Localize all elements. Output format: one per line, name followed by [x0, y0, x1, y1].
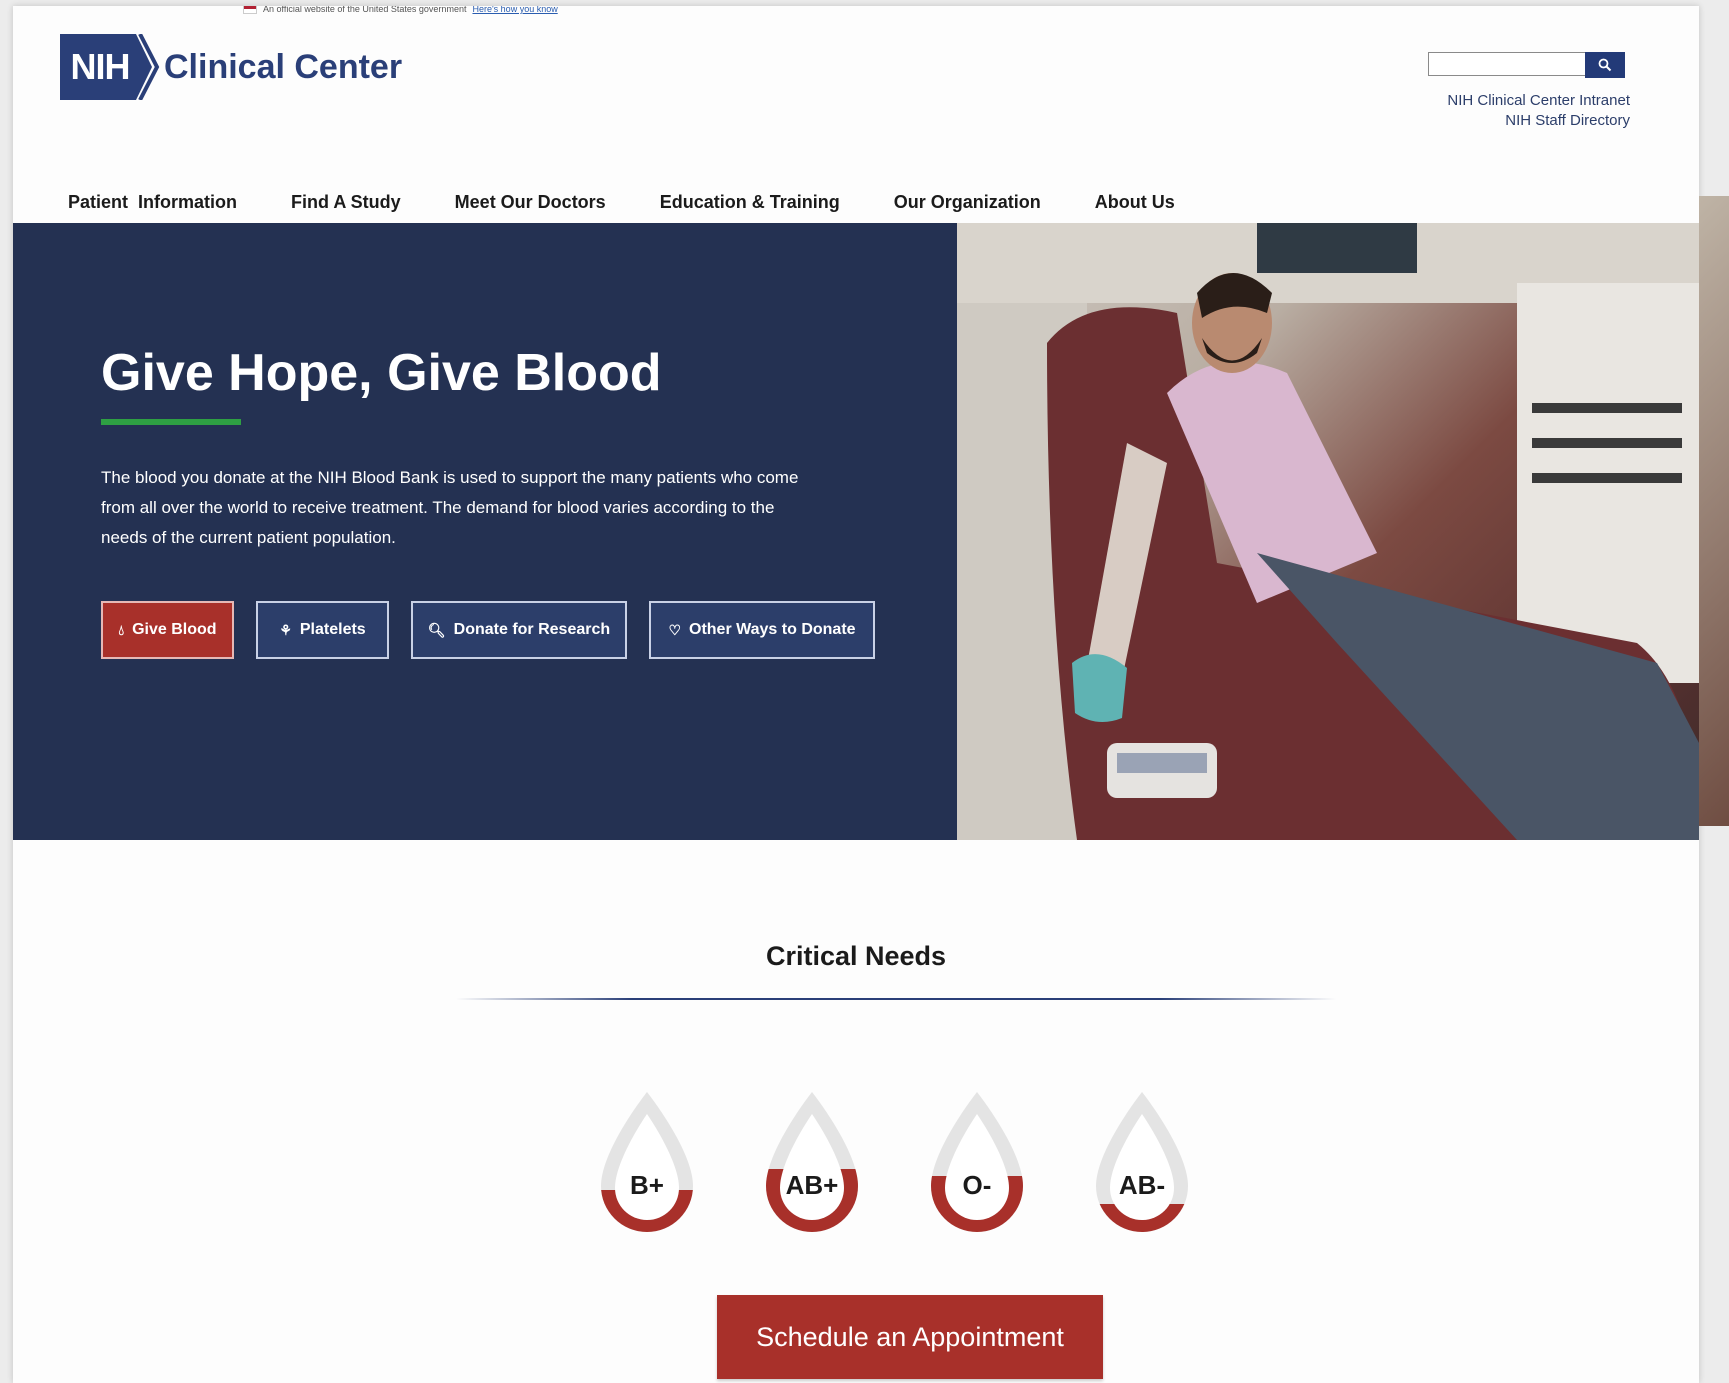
search-input[interactable]: [1428, 52, 1585, 76]
platelets-icon: ⚘: [279, 621, 292, 638]
search-box: [1428, 52, 1625, 78]
hero-section: Give Hope, Give Blood The blood you dona…: [13, 223, 1699, 840]
blood-drop-icon: [766, 1092, 858, 1232]
hero-text: The blood you donate at the NIH Blood Ba…: [101, 468, 799, 547]
blood-drop-ab-positive[interactable]: AB+: [758, 1088, 866, 1236]
give-blood-label: Give Blood: [132, 621, 217, 638]
nav-patient-information[interactable]: Patient Information: [68, 192, 237, 213]
us-flag-icon: [243, 6, 257, 14]
blood-type-drops: B+ AB+ O- AB-: [593, 1088, 1253, 1236]
logo-title: Clinical Center: [164, 47, 403, 86]
staff-directory-link[interactable]: NIH Staff Directory: [1447, 111, 1630, 131]
blood-type-label: B+: [630, 1170, 664, 1200]
critical-needs-divider: [456, 998, 1336, 1000]
hand-heart-icon: ♡: [668, 621, 681, 638]
hero-title: Give Hope, Give Blood: [101, 344, 662, 402]
blood-drop-ab-negative[interactable]: AB-: [1088, 1088, 1196, 1236]
nav-our-organization[interactable]: Our Organization: [894, 192, 1041, 213]
blood-type-label: AB+: [785, 1170, 839, 1200]
hero-photo: [957, 223, 1699, 840]
search-icon: [1598, 58, 1612, 72]
main-nav: Patient Information Find A Study Meet Ou…: [68, 192, 1229, 213]
site-logo[interactable]: NIH Clinical Center: [60, 34, 402, 100]
blood-drop-icon: [1096, 1092, 1188, 1232]
other-ways-label: Other Ways to Donate: [689, 621, 856, 638]
hero-title-underline: [101, 419, 241, 425]
nih-badge: NIH: [60, 34, 160, 100]
blood-drop-icon: [931, 1092, 1023, 1232]
nav-education-training[interactable]: Education & Training: [660, 192, 840, 213]
blood-drop-b-positive[interactable]: B+: [593, 1088, 701, 1236]
blood-drop-o-negative[interactable]: O-: [923, 1088, 1031, 1236]
drop-icon: 💧︎: [118, 621, 125, 638]
critical-needs-title: Critical Needs: [765, 941, 947, 971]
research-icon: 🔍︎: [427, 621, 446, 638]
give-blood-button[interactable]: 💧︎ Give Blood: [101, 601, 234, 659]
nav-about-us[interactable]: About Us: [1095, 192, 1175, 213]
donate-research-label: Donate for Research: [453, 621, 611, 638]
schedule-appointment-button[interactable]: Schedule an Appointment: [717, 1295, 1103, 1379]
blood-drop-icon: [601, 1092, 693, 1232]
other-ways-button[interactable]: ♡ Other Ways to Donate: [649, 601, 875, 659]
platelets-label: Platelets: [299, 621, 366, 638]
nav-find-a-study[interactable]: Find A Study: [291, 192, 401, 213]
hero-buttons: 💧︎ Give Blood ⚘ Platelets 🔍︎ Donate for …: [101, 601, 897, 659]
donor-photo-illustration: [957, 223, 1699, 840]
gov-banner: An official website of the United States…: [243, 6, 558, 16]
platelets-button[interactable]: ⚘ Platelets: [256, 601, 389, 659]
intranet-link[interactable]: NIH Clinical Center Intranet: [1447, 91, 1630, 111]
adjacent-page-edge: [1699, 196, 1729, 826]
donate-research-button[interactable]: 🔍︎ Donate for Research: [411, 601, 627, 659]
gov-banner-link[interactable]: Here's how you know: [472, 6, 557, 14]
gov-banner-text: An official website of the United States…: [263, 6, 467, 14]
search-button[interactable]: [1585, 52, 1625, 78]
nav-meet-our-doctors[interactable]: Meet Our Doctors: [455, 192, 606, 213]
quick-links: NIH Clinical Center Intranet NIH Staff D…: [1447, 91, 1630, 131]
blood-type-label: O-: [962, 1170, 992, 1200]
page: An official website of the United States…: [13, 6, 1699, 1383]
nih-badge-text: NIH: [70, 46, 131, 87]
blood-type-label: AB-: [1118, 1170, 1166, 1200]
